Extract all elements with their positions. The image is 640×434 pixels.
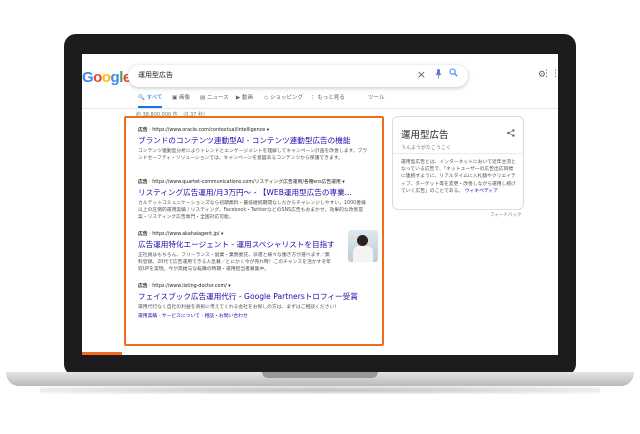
knowledge-panel-description: 運用型広告とは、インターネットにおいて近年主流となっている広告で、「ネットユーザ… — [401, 159, 517, 195]
ad-url[interactable]: 広告 · https://www.quartet-communications.… — [138, 178, 370, 185]
tab-label: すべて — [146, 95, 163, 101]
logo-letter: o — [101, 69, 111, 86]
ad-url[interactable]: 広告 · https://www.listing-doctor.com/ ▾ — [138, 282, 370, 289]
ad-result: 広告 · https://www.oracle.com/contextual/i… — [138, 126, 370, 162]
ad-result: 広告 · https://www.listing-doctor.com/ ▾ フ… — [138, 282, 370, 319]
browser-screen: Google 運用型広告 × ⚙ ⋮⋮ 🔍 すべて ▣ 画像 ▤ ニュース ▶ … — [82, 54, 558, 355]
ad-url-text: https://www.akahaiagent.jp/ — [152, 232, 220, 237]
ad-label: 広告 — [138, 128, 148, 133]
person-body — [353, 246, 373, 262]
ad-description: カルテットコミュニケーションズなら初期無料・最低継続期間なしだからチャレンジしや… — [138, 201, 366, 221]
tab-tools[interactable]: ツール — [368, 93, 385, 101]
tab-shopping[interactable]: ◇ ショッピング — [264, 93, 303, 101]
logo-letter: G — [82, 69, 94, 86]
ad-result: 広告 · https://www.quartet-communications.… — [138, 178, 370, 222]
ad-sitelinks[interactable]: 運用実績 · サービスについて · 相談・お問い合わせ — [138, 312, 370, 319]
tabs-divider — [82, 108, 558, 109]
close-icon[interactable]: × — [417, 68, 426, 81]
ad-title-link[interactable]: 広告運用特化エージェント - 運用スペシャリストを目指す — [138, 239, 338, 250]
ad-url[interactable]: 広告 · https://www.oracle.com/contextual/i… — [138, 126, 370, 133]
knowledge-panel-reading: うんようがたこうこく — [401, 145, 452, 151]
tab-more[interactable]: ⋮ もっと見る — [310, 93, 345, 101]
logo-letter: g — [110, 69, 120, 86]
logo-letter: o — [93, 69, 102, 86]
ad-title-link[interactable]: フェイスブック広告運用代行 - Google Partnersトロフィー受賞 — [138, 291, 370, 302]
ad-label: 広告 — [138, 232, 148, 237]
ad-thumbnail[interactable] — [348, 230, 378, 262]
search-query[interactable]: 運用型広告 — [138, 70, 173, 80]
ad-label: 広告 — [138, 284, 148, 289]
ad-description: 運用代行なく自社の利益を真剣に考えてくれる会社をお探しの方は、まずはご相談くださ… — [138, 305, 340, 310]
person-head — [357, 235, 368, 246]
laptop-shadow — [40, 386, 600, 394]
tab-videos[interactable]: ▶ 動画 — [236, 93, 253, 101]
kp-desc-text: 運用型広告とは、インターネットにおいて近年主流となっている広告で、「ネットユーザ… — [401, 160, 516, 194]
search-icon[interactable] — [449, 68, 458, 80]
share-icon[interactable] — [507, 129, 515, 139]
ads-highlight-box: 広告 · https://www.oracle.com/contextual/i… — [124, 116, 384, 346]
knowledge-panel-divider — [393, 153, 523, 154]
ad-url[interactable]: 広告 · https://www.akahaiagent.jp/ ▾ — [138, 230, 370, 237]
tab-images[interactable]: ▣ 画像 — [172, 93, 190, 101]
ad-label: 広告 — [138, 180, 148, 185]
tab-news[interactable]: ▤ ニュース — [200, 93, 229, 101]
apps-icon[interactable]: ⋮⋮ — [542, 69, 558, 79]
search-input[interactable]: 運用型広告 × — [128, 65, 468, 87]
microphone-icon[interactable] — [435, 69, 442, 82]
tab-label: もっと見る — [317, 95, 345, 101]
wikipedia-link[interactable]: ウィキペディア — [465, 189, 498, 194]
knowledge-panel-title: 運用型広告 — [401, 130, 449, 141]
ad-url-text: https://www.listing-doctor.com/ — [152, 284, 227, 289]
tab-all[interactable]: 🔍 すべて — [138, 93, 163, 101]
laptop-notch — [262, 372, 378, 378]
bottom-accent-strip — [82, 352, 122, 355]
tab-label: ショッピング — [269, 95, 303, 101]
ad-title-link[interactable]: リスティング広告運用/月3万円〜 - 【WEB運用型広告の専業... — [138, 187, 370, 198]
feedback-link[interactable]: フィードバック — [490, 212, 521, 218]
ad-title-link[interactable]: ブランドのコンテンツ連動型AI - コンテンツ連動型広告の機能 — [138, 135, 370, 146]
ad-url-text: https://www.oracle.com/contextual/intell… — [152, 128, 266, 133]
ad-description: コンテンツ連動型分析によりトレンドとエンゲージメントを理解してキャンペーン計画を… — [138, 149, 368, 162]
google-logo[interactable]: Google — [82, 69, 131, 86]
ad-description: 正社員はもちろん、フリーランス・副業・業務委託、派遣と様々な働き方が選べます／無… — [138, 253, 331, 273]
ad-url-text: https://www.quartet-communications.com/リ… — [152, 180, 341, 185]
tab-label: ニュース — [206, 95, 229, 101]
tab-label: 画像 — [178, 95, 190, 101]
knowledge-panel: 運用型広告 うんようがたこうこく 運用型広告とは、インターネットにおいて近年主流… — [392, 116, 524, 210]
ad-result: 広告 · https://www.akahaiagent.jp/ ▾ 広告運用特… — [138, 230, 378, 274]
tab-label: 動画 — [241, 95, 253, 101]
